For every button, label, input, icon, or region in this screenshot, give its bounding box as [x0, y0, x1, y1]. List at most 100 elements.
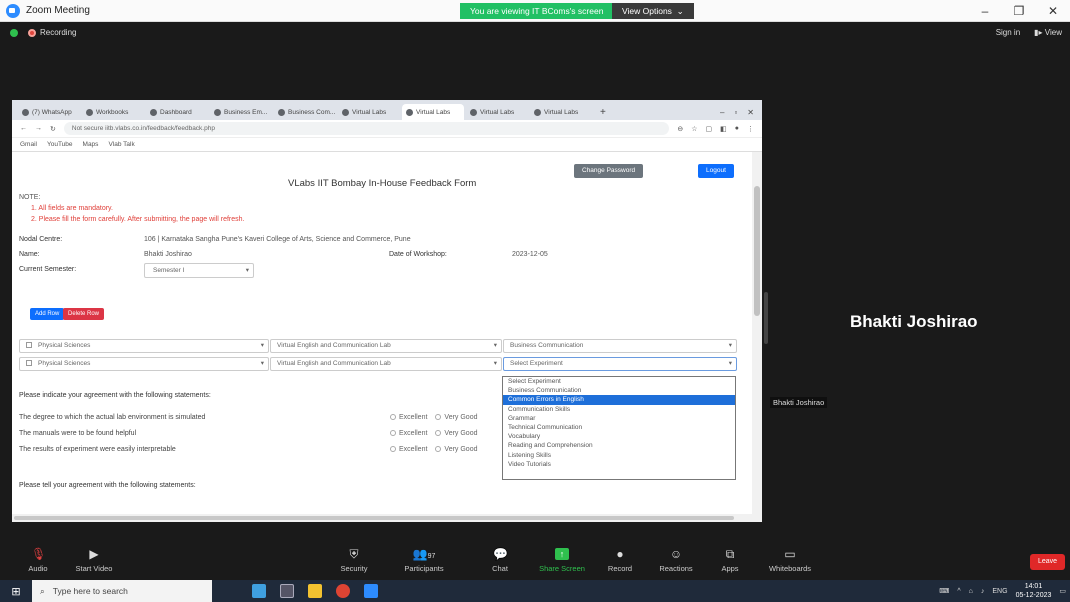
discipline-select[interactable]: Physical Sciences ▾: [19, 357, 269, 371]
horizontal-scrollbar[interactable]: [12, 514, 752, 522]
bookmark-youtube[interactable]: YouTube: [47, 141, 73, 148]
browser-maximize-icon[interactable]: ▫: [734, 108, 737, 117]
bookmark-gmail[interactable]: Gmail: [20, 141, 37, 148]
browser-tab[interactable]: Workbooks: [82, 104, 144, 120]
language-indicator[interactable]: ENG: [992, 588, 1007, 595]
delete-row-button[interactable]: Delete Row: [63, 308, 105, 320]
forward-icon[interactable]: →: [35, 125, 42, 132]
browser-tab-active[interactable]: Virtual Labs: [402, 104, 464, 120]
sidepanel-icon[interactable]: ◧: [720, 125, 727, 133]
view-button[interactable]: ▮▸ View: [1034, 28, 1062, 37]
zoom-app-icon[interactable]: [364, 584, 378, 598]
participants-button[interactable]: 👥97 Participants: [396, 548, 452, 573]
sign-in-link[interactable]: Sign in: [996, 28, 1020, 37]
row-checkbox[interactable]: [26, 342, 32, 349]
record-button[interactable]: ● Record: [592, 548, 648, 573]
dropdown-option[interactable]: Reading and Comprehension: [503, 441, 735, 450]
lab-select[interactable]: Virtual English and Communication Lab ▾: [270, 357, 502, 371]
encryption-shield-icon[interactable]: [10, 28, 18, 37]
start-video-button[interactable]: ▶ Start Video: [66, 548, 122, 573]
rating-excellent[interactable]: Excellent: [390, 446, 427, 453]
weather-icon[interactable]: [252, 584, 266, 598]
leave-button[interactable]: Leave: [1030, 554, 1066, 570]
dropdown-option-highlighted[interactable]: Common Errors in English: [503, 395, 735, 405]
dropdown-option[interactable]: Vocabulary: [503, 432, 735, 441]
new-tab-icon[interactable]: +: [600, 107, 606, 118]
dropdown-option[interactable]: Video Tutorials: [503, 460, 735, 469]
reactions-button[interactable]: ☺ Reactions: [648, 548, 704, 573]
address-bar: ← → ↻ Not secure iitb.vlabs.co.in/feedba…: [12, 120, 762, 138]
minimize-icon[interactable]: –: [968, 0, 1002, 22]
browser-tab[interactable]: Dashboard: [146, 104, 208, 120]
close-icon[interactable]: ✕: [1036, 0, 1070, 22]
shared-browser-window: (7) WhatsApp Workbooks Dashboard Busines…: [12, 100, 762, 522]
url-field[interactable]: Not secure iitb.vlabs.co.in/feedback/fee…: [63, 122, 670, 135]
experiment-select[interactable]: Business Communication ▾: [503, 339, 737, 353]
dropdown-option[interactable]: Technical Communication: [503, 423, 735, 432]
browser-tab[interactable]: Business Em...: [210, 104, 272, 120]
windows-start-icon[interactable]: ⊞: [0, 585, 32, 598]
clock[interactable]: 14:01 05-12-2023: [1016, 582, 1052, 600]
bookmark-star-icon[interactable]: ☆: [691, 125, 697, 133]
dropdown-option[interactable]: Communication Skills: [503, 405, 735, 414]
lab-select[interactable]: Virtual English and Communication Lab ▾: [270, 339, 502, 353]
change-password-button[interactable]: Change Password: [574, 164, 644, 178]
volume-icon[interactable]: ♪: [981, 588, 985, 595]
whiteboards-button[interactable]: ▭ Whiteboards: [762, 548, 818, 573]
discipline-select[interactable]: Physical Sciences ▾: [19, 339, 269, 353]
dropdown-option[interactable]: Listening Skills: [503, 451, 735, 460]
maximize-icon[interactable]: ❐: [1002, 0, 1036, 22]
recording-indicator: Recording: [10, 28, 76, 37]
task-view-icon[interactable]: [280, 584, 294, 598]
browser-close-icon[interactable]: ✕: [747, 108, 754, 117]
rating-very-good[interactable]: Very Good: [435, 446, 477, 453]
reload-icon[interactable]: ↻: [50, 125, 56, 133]
dropdown-option[interactable]: Business Communication: [503, 386, 735, 395]
back-icon[interactable]: ←: [20, 125, 27, 132]
file-explorer-icon[interactable]: [308, 584, 322, 598]
rating-group: Excellent Very Good: [390, 446, 477, 453]
browser-tab[interactable]: (7) WhatsApp: [18, 104, 80, 120]
view-options-button[interactable]: View Options ⌄: [612, 3, 694, 19]
browser-tab[interactable]: Virtual Labs: [338, 104, 400, 120]
chat-button[interactable]: 💬 Chat: [472, 548, 528, 573]
horizontal-scrollbar-thumb[interactable]: [14, 516, 734, 520]
apps-button[interactable]: ⧉ Apps: [702, 548, 758, 573]
feedback-page: Change Password Logout VLabs IIT Bombay …: [12, 152, 752, 522]
scrollbar-thumb[interactable]: [754, 186, 760, 316]
extensions-icon[interactable]: ▢: [706, 125, 713, 133]
security-button[interactable]: ⛨ Security: [326, 548, 382, 573]
browser-tab[interactable]: Virtual Labs: [530, 104, 592, 120]
page-scrollbar[interactable]: [752, 152, 762, 522]
experiment-select-open[interactable]: Select Experiment ▾: [503, 357, 737, 371]
browser-tab[interactable]: Virtual Labs: [466, 104, 528, 120]
keyboard-icon[interactable]: ⌨: [939, 587, 949, 595]
zoom-page-icon[interactable]: ⊖: [677, 125, 683, 133]
bookmark-maps[interactable]: Maps: [83, 141, 99, 148]
tray-overflow-icon[interactable]: ^: [957, 588, 960, 595]
browser-tab[interactable]: Business Com...: [274, 104, 336, 120]
add-row-button[interactable]: Add Row: [30, 308, 65, 320]
logout-button[interactable]: Logout: [698, 164, 734, 178]
profile-icon[interactable]: ●: [735, 125, 739, 132]
row-checkbox[interactable]: [26, 360, 32, 367]
share-screen-button[interactable]: ↑ Share Screen: [534, 548, 590, 573]
taskbar-search[interactable]: ⌕ Type here to search: [32, 580, 212, 602]
dropdown-option[interactable]: Select Experiment: [503, 377, 735, 386]
browser-menu-icon[interactable]: ⋮: [747, 125, 754, 133]
browser-minimize-icon[interactable]: –: [720, 108, 724, 117]
chrome-icon[interactable]: [336, 584, 350, 598]
rating-very-good[interactable]: Very Good: [435, 430, 477, 437]
rating-very-good[interactable]: Very Good: [435, 414, 477, 421]
rating-excellent[interactable]: Excellent: [390, 430, 427, 437]
notifications-icon[interactable]: ▭: [1059, 587, 1066, 595]
panel-divider-handle[interactable]: [764, 292, 768, 344]
audio-button[interactable]: 🎙 Audio: [10, 548, 66, 573]
semester-select[interactable]: Semester I: [144, 263, 254, 278]
rating-excellent[interactable]: Excellent: [390, 414, 427, 421]
page-title: VLabs IIT Bombay In-House Feedback Form: [288, 178, 477, 189]
network-icon[interactable]: ⌂: [969, 588, 973, 595]
chevron-down-icon: ▾: [493, 342, 497, 349]
dropdown-option[interactable]: Grammar: [503, 414, 735, 423]
bookmark-vlab-talk[interactable]: Vlab Talk: [108, 141, 134, 148]
